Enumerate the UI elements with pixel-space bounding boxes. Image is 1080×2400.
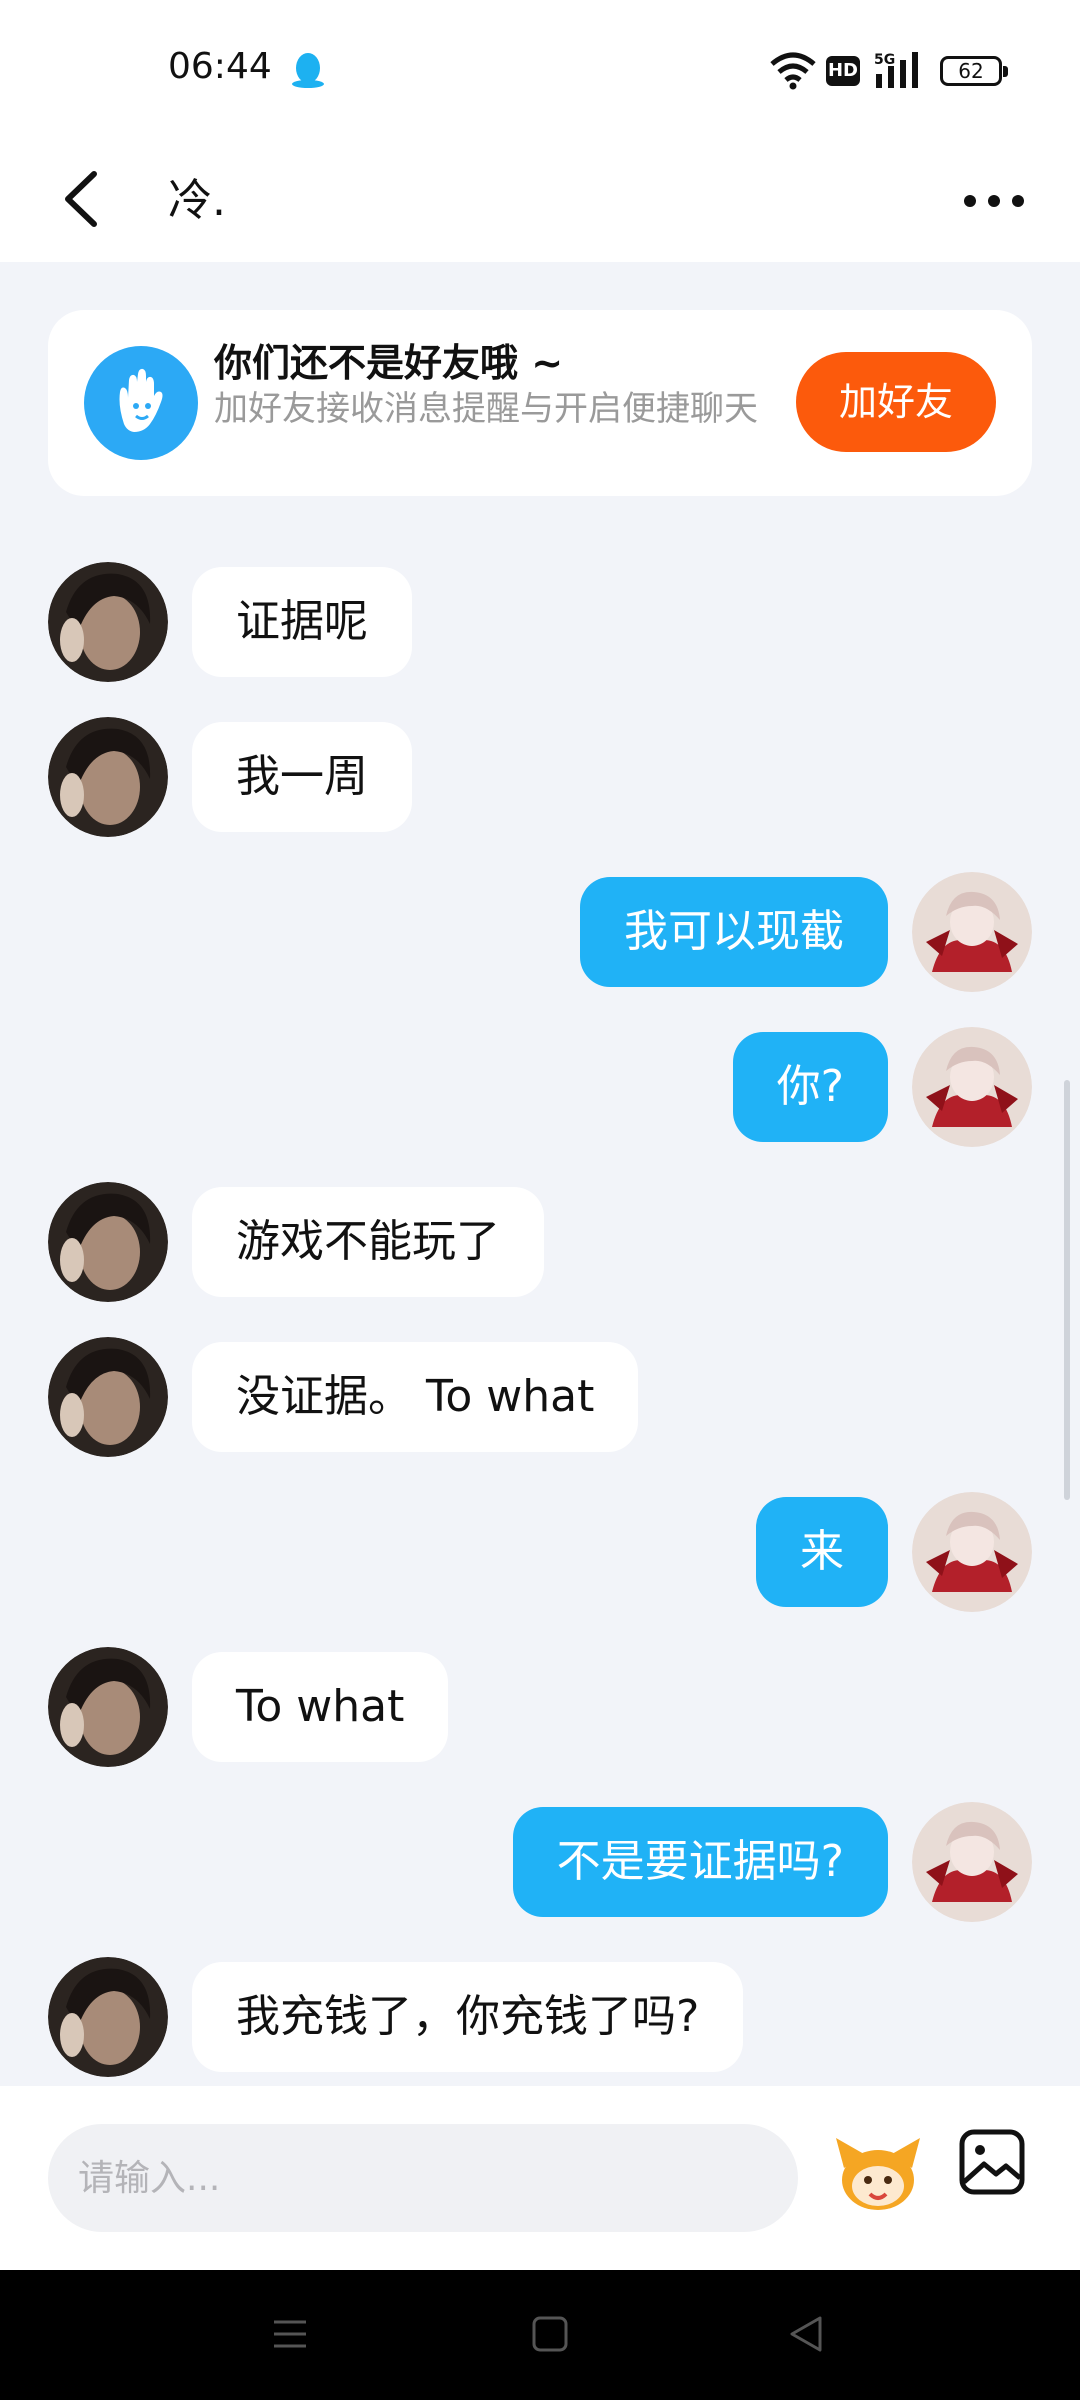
home-icon[interactable] bbox=[530, 2314, 570, 2354]
more-dots-icon[interactable] bbox=[958, 176, 1030, 226]
incoming-message-bubble[interactable]: To what bbox=[192, 1652, 449, 1762]
contact-avatar[interactable] bbox=[48, 1957, 168, 2077]
outgoing-message-bubble[interactable]: 不是要证据吗? bbox=[512, 1807, 888, 1917]
user-avatar[interactable] bbox=[912, 1027, 1032, 1147]
incoming-message-bubble[interactable]: 没证据。 To what bbox=[192, 1342, 639, 1452]
add-friend-button[interactable]: 加好友 bbox=[796, 352, 996, 452]
banner-subtitle: 加好友接收消息提醒与开启便捷聊天 bbox=[214, 389, 758, 429]
nav-back-icon[interactable] bbox=[786, 2312, 826, 2356]
incoming-message-bubble[interactable]: 游戏不能玩了 bbox=[192, 1187, 544, 1297]
menu-icon[interactable] bbox=[270, 2314, 310, 2354]
add-friend-banner: 你们还不是好友哦 ~ 加好友接收消息提醒与开启便捷聊天 加好友 bbox=[48, 310, 1032, 496]
chat-title: 冷. bbox=[168, 175, 226, 226]
incoming-message-bubble[interactable]: 证据呢 bbox=[192, 567, 412, 677]
hd-icon: HD bbox=[826, 56, 860, 86]
input-bar bbox=[0, 2086, 1080, 2270]
hand-wave-icon bbox=[84, 346, 198, 460]
outgoing-message-bubble[interactable]: 我可以现截 bbox=[580, 877, 888, 987]
outgoing-message-bubble[interactable]: 来 bbox=[756, 1497, 888, 1607]
scrollbar[interactable] bbox=[1064, 1080, 1070, 1500]
user-avatar[interactable] bbox=[912, 1802, 1032, 1922]
network-label: 5G bbox=[874, 52, 895, 68]
signal-icon: 5G bbox=[874, 52, 918, 88]
battery-indicator: 62 bbox=[940, 56, 1008, 86]
contact-avatar[interactable] bbox=[48, 717, 168, 837]
contact-avatar[interactable] bbox=[48, 1647, 168, 1767]
incoming-message-bubble[interactable]: 我一周 bbox=[192, 722, 412, 832]
emoji-mascot-icon[interactable] bbox=[830, 2124, 926, 2220]
banner-title: 你们还不是好友哦 ~ bbox=[214, 341, 564, 385]
status-bar: 06:44 HD 5G 62 bbox=[0, 0, 1080, 140]
outgoing-message-bubble[interactable]: 你? bbox=[732, 1032, 888, 1142]
user-avatar[interactable] bbox=[912, 872, 1032, 992]
status-time: 06:44 bbox=[168, 46, 272, 87]
qq-penguin-icon bbox=[292, 53, 324, 88]
message-input[interactable] bbox=[48, 2124, 798, 2232]
contact-avatar[interactable] bbox=[48, 1337, 168, 1457]
user-avatar[interactable] bbox=[912, 1492, 1032, 1612]
contact-avatar[interactable] bbox=[48, 1182, 168, 1302]
contact-avatar[interactable] bbox=[48, 562, 168, 682]
system-nav-bar bbox=[0, 2270, 1080, 2400]
incoming-message-bubble[interactable]: 我充钱了，你充钱了吗? bbox=[192, 1962, 744, 2072]
chat-header: 冷. bbox=[0, 140, 1080, 262]
back-arrow-icon[interactable] bbox=[56, 164, 116, 234]
image-icon[interactable] bbox=[956, 2126, 1028, 2198]
wifi-icon bbox=[770, 52, 816, 90]
